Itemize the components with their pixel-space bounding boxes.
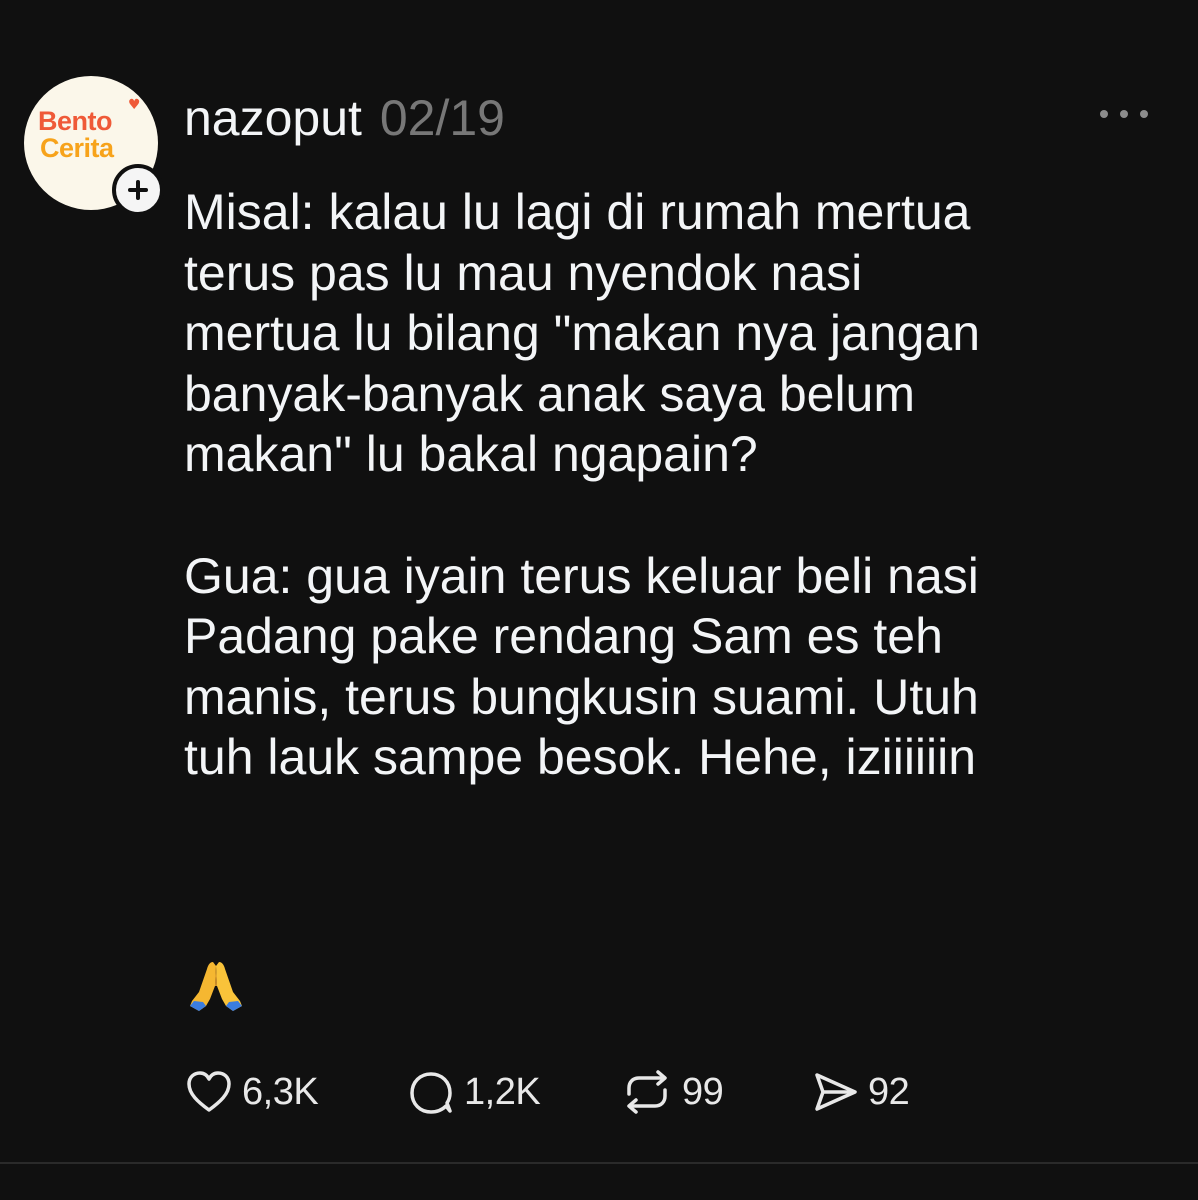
share-button[interactable]: 92 xyxy=(810,1062,940,1122)
comment-icon xyxy=(410,1072,452,1114)
post-date: 02/19 xyxy=(379,90,505,146)
post-header: nazoput 02/19 xyxy=(184,88,505,148)
more-dot xyxy=(1140,110,1148,118)
logo-text-line2: Cerita xyxy=(40,133,114,163)
share-count: 92 xyxy=(868,1070,910,1113)
like-count: 6,3K xyxy=(242,1070,319,1113)
post-paragraph: Gua: gua iyain terus keluar beli nasi Pa… xyxy=(184,547,979,786)
repost-icon xyxy=(627,1070,667,1114)
more-options-icon[interactable] xyxy=(1100,106,1148,122)
post-divider xyxy=(0,1162,1198,1164)
repost-count: 99 xyxy=(682,1070,724,1113)
more-dot xyxy=(1120,110,1128,118)
reply-button[interactable]: 1,2K xyxy=(406,1062,620,1122)
heart-icon xyxy=(187,1071,231,1112)
reply-count: 1,2K xyxy=(464,1070,541,1113)
heart-logo-icon: ♥ xyxy=(128,97,141,113)
username[interactable]: nazoput xyxy=(184,90,362,146)
thread-post: Bento Cerita ♥ nazoput 02/19 Misal: kala… xyxy=(0,0,1198,1162)
send-icon xyxy=(815,1073,857,1111)
like-button[interactable]: 6,3K xyxy=(184,1062,406,1122)
folded-hands-icon xyxy=(190,962,242,1011)
post-body: Misal: kalau lu lagi di rumah mertua ter… xyxy=(184,182,1164,788)
logo-text-line1: Bento xyxy=(38,106,112,136)
more-dot xyxy=(1100,110,1108,118)
action-bar: 6,3K 1,2K 99 92 xyxy=(184,1062,940,1122)
repost-button[interactable]: 99 xyxy=(620,1062,810,1122)
follow-plus-icon[interactable] xyxy=(112,164,164,216)
post-paragraph: Misal: kalau lu lagi di rumah mertua ter… xyxy=(184,184,981,482)
bento-cerita-logo: Bento Cerita xyxy=(38,108,114,162)
